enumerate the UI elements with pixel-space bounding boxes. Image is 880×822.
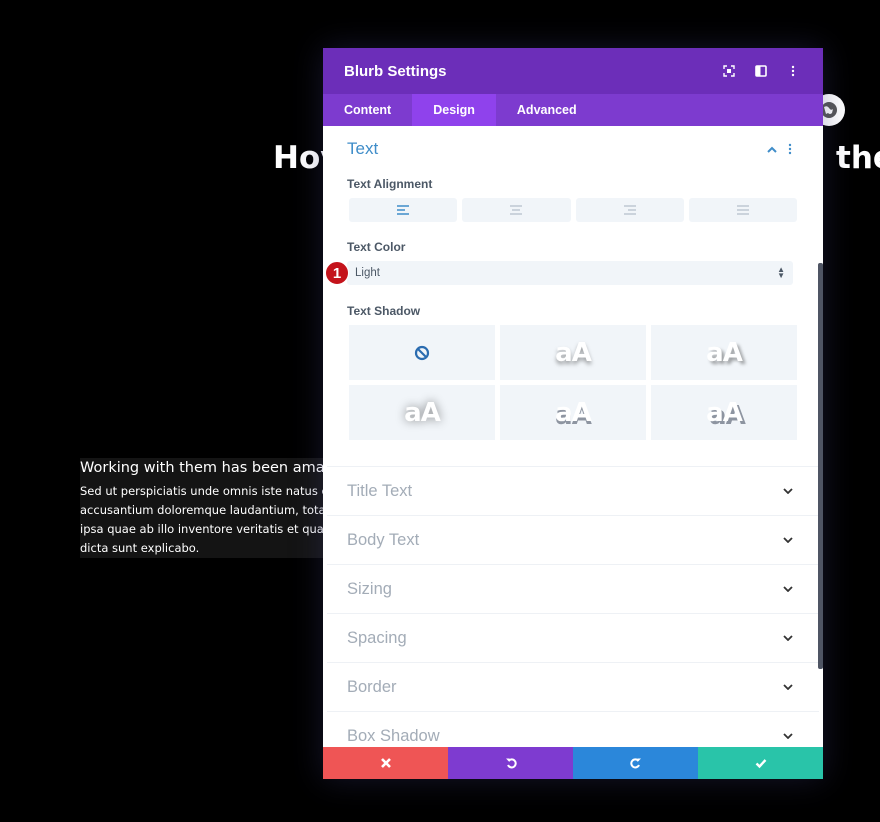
undo-icon	[505, 758, 517, 769]
align-center-icon	[510, 205, 523, 215]
section-border[interactable]: Border	[327, 663, 819, 712]
modal-header[interactable]: Blurb Settings	[323, 48, 823, 94]
text-color-select[interactable]: Light	[347, 261, 793, 285]
section-name: Spacing	[347, 628, 407, 647]
tab-design[interactable]: Design	[412, 94, 496, 126]
chevron-down-icon[interactable]	[781, 733, 795, 739]
tab-content[interactable]: Content	[323, 94, 412, 126]
shadow-option-3[interactable]: aA	[349, 385, 495, 440]
section-title-text[interactable]: Title Text	[327, 467, 819, 516]
shadow-option-1[interactable]: aA	[500, 325, 646, 380]
blurb-body: Sed ut perspiciatis unde omnis iste natu…	[80, 482, 340, 558]
check-icon	[755, 759, 766, 769]
shadow-none-button[interactable]	[349, 325, 495, 380]
section-text-header[interactable]: Text	[347, 126, 799, 172]
section-title: Text	[347, 139, 379, 158]
background-blurb: Working with them has been amazing Sed u…	[80, 458, 340, 558]
align-justify-icon	[736, 205, 749, 215]
align-justify-button[interactable]	[688, 198, 797, 222]
chevron-down-icon[interactable]	[781, 586, 795, 592]
text-shadow-label: Text Shadow	[347, 304, 421, 318]
blurb-settings-modal: Blurb Settings Content Design Advanced T…	[323, 48, 823, 779]
tab-bar: Content Design Advanced	[323, 94, 823, 126]
blurb-body-line: accusantium doloremque laudantium, totam…	[80, 503, 340, 517]
section-name: Sizing	[347, 579, 392, 598]
align-left-icon	[397, 205, 410, 215]
align-left-button[interactable]	[349, 198, 458, 222]
text-color-label: Text Color	[347, 240, 406, 254]
redo-button[interactable]	[573, 747, 698, 779]
blurb-body-line: Sed ut perspiciatis unde omnis iste natu…	[80, 484, 340, 498]
section-name: Box Shadow	[347, 726, 440, 745]
section-box-shadow[interactable]: Box Shadow	[327, 712, 819, 747]
section-name: Title Text	[347, 481, 413, 500]
chevron-up-icon[interactable]	[763, 146, 781, 153]
section-text: Text Text Alignment Text Color 1 Light ▲…	[323, 126, 823, 440]
blurb-body-line: ipsa quae ab illo inventore veritatis et…	[80, 522, 340, 536]
section-spacing[interactable]: Spacing	[327, 614, 819, 663]
select-arrows-icon: ▲ ▼	[777, 265, 785, 280]
shadow-option-4[interactable]: aA	[500, 385, 646, 440]
chevron-down-icon[interactable]	[781, 635, 795, 641]
blurb-title: Working with them has been amazing	[80, 460, 340, 476]
shadow-option-2[interactable]: aA	[651, 325, 797, 380]
cancel-button[interactable]	[323, 747, 448, 779]
more-vertical-icon[interactable]	[781, 143, 799, 155]
undo-button[interactable]	[448, 747, 573, 779]
focus-icon[interactable]	[713, 59, 745, 83]
step-badge: 1	[325, 261, 349, 285]
scrollbar[interactable]	[818, 263, 823, 669]
section-name: Body Text	[347, 530, 420, 549]
align-right-button[interactable]	[575, 198, 684, 222]
shadow-option-5[interactable]: aA	[651, 385, 797, 440]
split-view-icon[interactable]	[745, 59, 777, 83]
chevron-down-icon[interactable]	[781, 684, 795, 690]
background-heading-right: the	[836, 140, 880, 176]
section-sizing[interactable]: Sizing	[327, 565, 819, 614]
blurb-body-line: dicta sunt explicabo.	[80, 541, 200, 555]
section-name: Border	[347, 677, 397, 696]
more-vertical-icon[interactable]	[777, 59, 809, 83]
text-alignment-options	[347, 198, 799, 222]
settings-content: Text Text Alignment Text Color 1 Light ▲…	[323, 126, 823, 747]
section-body-text[interactable]: Body Text	[327, 516, 819, 565]
chevron-down-icon[interactable]	[781, 537, 795, 543]
modal-footer	[323, 747, 823, 779]
modal-title: Blurb Settings	[344, 62, 447, 80]
no-shadow-icon	[414, 345, 430, 360]
redo-icon	[629, 758, 641, 769]
text-alignment-label: Text Alignment	[347, 177, 433, 191]
text-shadow-options: aA aA aA aA aA	[347, 325, 799, 440]
chevron-down-icon[interactable]	[781, 488, 795, 494]
close-icon	[380, 758, 391, 768]
align-center-button[interactable]	[462, 198, 571, 222]
tab-advanced[interactable]: Advanced	[496, 94, 598, 126]
save-button[interactable]	[698, 747, 823, 779]
align-right-icon	[623, 205, 636, 215]
